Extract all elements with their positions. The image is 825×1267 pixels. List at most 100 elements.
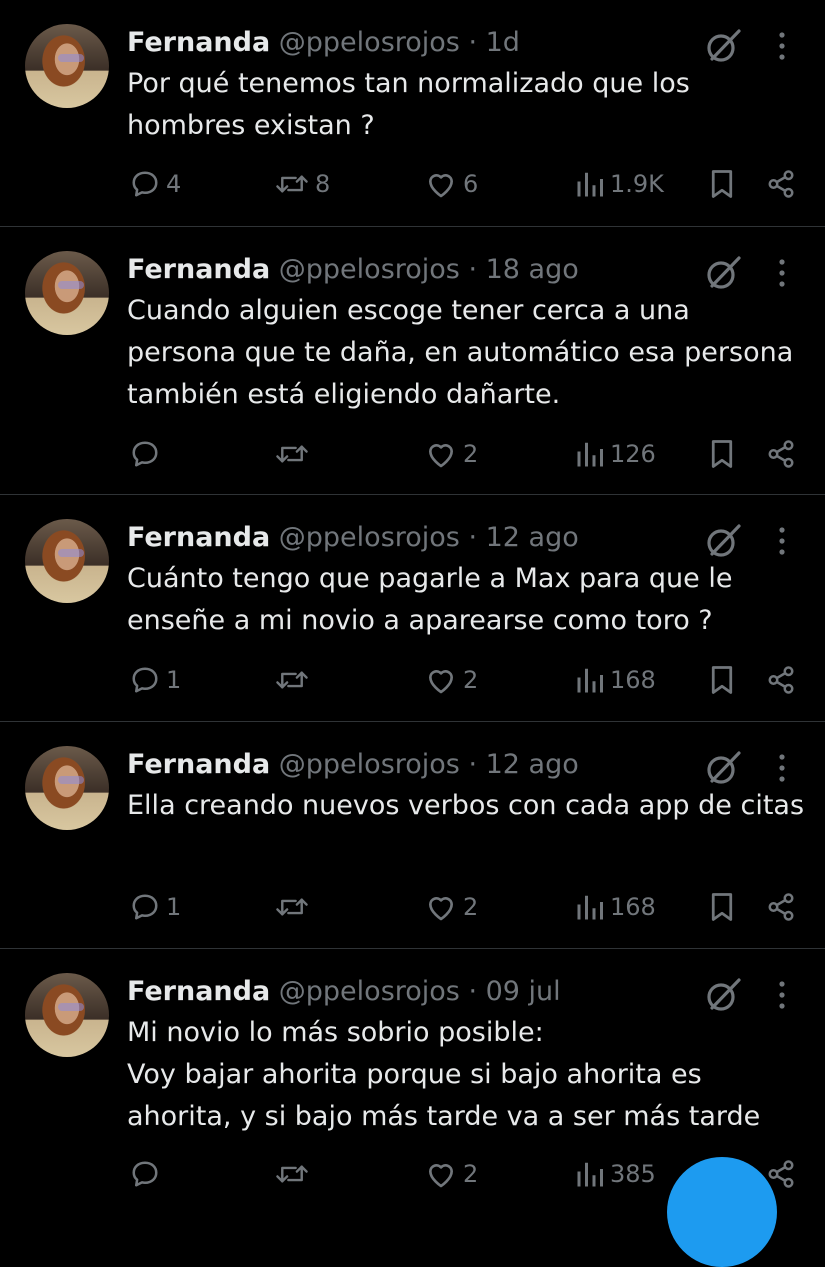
reply-count: 4 xyxy=(166,170,182,198)
retweet-button[interactable] xyxy=(275,1154,315,1194)
bookmark-button[interactable] xyxy=(709,434,735,474)
like-count: 6 xyxy=(463,170,479,198)
views-icon xyxy=(576,1159,604,1189)
views-icon xyxy=(576,169,604,199)
views-icon xyxy=(576,665,604,695)
reply-button[interactable]: 1 xyxy=(130,660,181,700)
retweet-count: 8 xyxy=(315,170,331,198)
like-button[interactable]: 6 xyxy=(425,164,478,204)
more-icon[interactable] xyxy=(770,748,794,788)
tweet-text: Por qué tenemos tan normalizado que los … xyxy=(127,68,690,141)
like-icon xyxy=(425,169,457,199)
views-button[interactable]: 126 xyxy=(576,434,656,474)
views-count: 168 xyxy=(610,893,656,921)
tweet-header: Fernanda @ppelosrojos · 12 ago xyxy=(127,519,579,557)
avatar[interactable] xyxy=(25,519,109,603)
avatar[interactable] xyxy=(25,746,109,830)
bookmark-button[interactable] xyxy=(709,660,735,700)
avatar[interactable] xyxy=(25,251,109,335)
grok-icon[interactable] xyxy=(703,26,743,66)
like-count: 2 xyxy=(463,893,479,921)
author-name[interactable]: Fernanda xyxy=(127,254,270,285)
author-handle-time: @ppelosrojos · 09 jul xyxy=(278,976,561,1007)
bookmark-button[interactable] xyxy=(709,887,735,927)
bookmark-icon xyxy=(709,892,735,922)
share-button[interactable] xyxy=(766,887,796,927)
author-handle-time: @ppelosrojos · 12 ago xyxy=(278,749,579,780)
bookmark-icon xyxy=(709,439,735,469)
tweet-header: Fernanda @ppelosrojos · 18 ago xyxy=(127,251,579,289)
views-count: 1.9K xyxy=(610,170,664,198)
reply-icon xyxy=(130,1159,160,1189)
views-icon xyxy=(576,892,604,922)
reply-count: 1 xyxy=(166,666,182,694)
share-icon xyxy=(766,439,796,469)
bookmark-button[interactable] xyxy=(709,164,735,204)
author-name[interactable]: Fernanda xyxy=(127,522,270,553)
share-button[interactable] xyxy=(766,164,796,204)
share-button[interactable] xyxy=(766,660,796,700)
reply-icon xyxy=(130,665,160,695)
retweet-icon xyxy=(275,169,309,199)
retweet-icon xyxy=(275,1159,309,1189)
retweet-button[interactable] xyxy=(275,887,315,927)
views-count: 126 xyxy=(610,440,656,468)
views-icon xyxy=(576,439,604,469)
tweet-text: Cuánto tengo que pagarle a Max para que … xyxy=(127,563,733,636)
views-button[interactable]: 385 xyxy=(576,1154,656,1194)
reply-count: 1 xyxy=(166,893,182,921)
bookmark-icon xyxy=(709,169,735,199)
compose-button[interactable] xyxy=(667,1157,777,1267)
avatar[interactable] xyxy=(25,24,109,108)
more-icon[interactable] xyxy=(770,253,794,293)
like-button[interactable]: 2 xyxy=(425,434,478,474)
grok-icon[interactable] xyxy=(703,253,743,293)
author-handle-time: @ppelosrojos · 1d xyxy=(278,27,520,58)
like-count: 2 xyxy=(463,440,479,468)
retweet-button[interactable] xyxy=(275,660,315,700)
views-button[interactable]: 168 xyxy=(576,660,656,700)
author-name[interactable]: Fernanda xyxy=(127,976,270,1007)
like-button[interactable]: 2 xyxy=(425,887,478,927)
grok-icon[interactable] xyxy=(703,975,743,1015)
retweet-icon xyxy=(275,892,309,922)
reply-icon xyxy=(130,892,160,922)
reply-button[interactable]: 1 xyxy=(130,887,181,927)
views-count: 168 xyxy=(610,666,656,694)
views-count: 385 xyxy=(610,1160,656,1188)
grok-icon[interactable] xyxy=(703,748,743,788)
retweet-button[interactable]: 8 xyxy=(275,164,330,204)
tweet: Fernanda @ppelosrojos · 1d Por qué tenemo… xyxy=(0,0,825,227)
tweet-text: Mi novio lo más sobrio posible: Voy baja… xyxy=(127,1017,761,1132)
like-icon xyxy=(425,439,457,469)
author-name[interactable]: Fernanda xyxy=(127,749,270,780)
like-button[interactable]: 2 xyxy=(425,660,478,700)
share-icon xyxy=(766,892,796,922)
author-handle-time: @ppelosrojos · 18 ago xyxy=(278,254,579,285)
share-icon xyxy=(766,665,796,695)
reply-icon xyxy=(130,169,160,199)
reply-button[interactable] xyxy=(130,434,166,474)
grok-icon[interactable] xyxy=(703,521,743,561)
bookmark-icon xyxy=(709,665,735,695)
reply-button[interactable]: 4 xyxy=(130,164,181,204)
author-name[interactable]: Fernanda xyxy=(127,27,270,58)
retweet-button[interactable] xyxy=(275,434,315,474)
tweet-header: Fernanda @ppelosrojos · 09 jul xyxy=(127,973,561,1011)
tweet-header: Fernanda @ppelosrojos · 12 ago xyxy=(127,746,579,784)
reply-button[interactable] xyxy=(130,1154,166,1194)
like-button[interactable]: 2 xyxy=(425,1154,478,1194)
views-button[interactable]: 168 xyxy=(576,887,656,927)
like-icon xyxy=(425,1159,457,1189)
share-button[interactable] xyxy=(766,434,796,474)
more-icon[interactable] xyxy=(770,975,794,1015)
share-icon xyxy=(766,1159,796,1189)
views-button[interactable]: 1.9K xyxy=(576,164,664,204)
more-icon[interactable] xyxy=(770,521,794,561)
retweet-icon xyxy=(275,439,309,469)
tweet-text: Cuando alguien escoge tener cerca a una … xyxy=(127,295,794,410)
tweet: Fernanda @ppelosrojos · 12 ago Ella crean… xyxy=(0,722,825,949)
tweet-header: Fernanda @ppelosrojos · 1d xyxy=(127,24,520,62)
avatar[interactable] xyxy=(25,973,109,1057)
more-icon[interactable] xyxy=(770,26,794,66)
